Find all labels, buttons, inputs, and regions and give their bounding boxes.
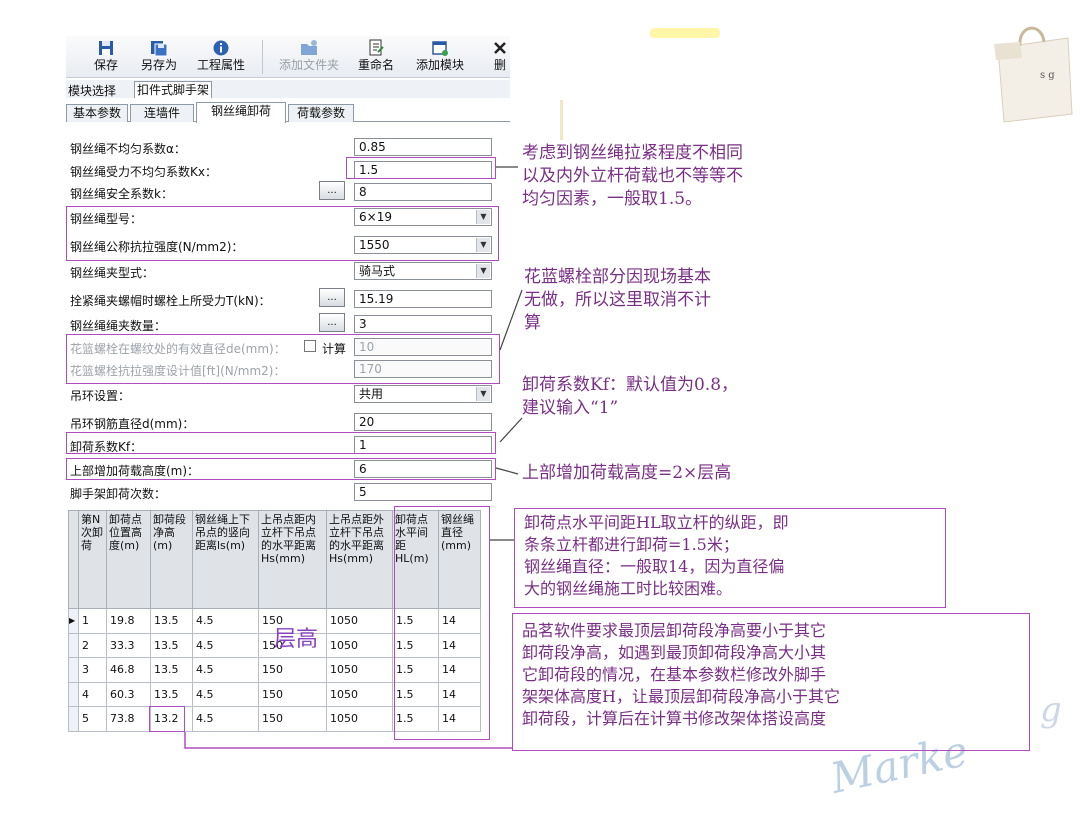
- note-top-line: 卸荷段，计算后在计算书修改架体搭设高度: [522, 709, 827, 728]
- note-top-line: 架架体高度H，让最顶层卸荷段净高小于其它: [522, 687, 840, 706]
- note-bolt-line: 无做，所以这里取消不计: [524, 290, 711, 310]
- note-kx-line: 考虑到钢丝绳拉紧程度不相同: [522, 143, 743, 163]
- note-kx-line: 以及内外立杆荷载也不等等不: [522, 166, 743, 186]
- note-bolt: 花蓝螺栓部分因现场基本 无做，所以这里取消不计 算: [524, 266, 711, 335]
- note-top-line: 它卸荷段的情况，在基本参数栏修改外脚手: [522, 665, 827, 684]
- note-hl-line: 条条立杆都进行卸荷=1.5米；: [524, 535, 739, 554]
- note-top-line: 卸荷段净高，如遇到最顶卸荷段净高大小其: [522, 643, 827, 662]
- note-bolt-line: 算: [524, 313, 541, 333]
- note-extra-height: 上部增加荷载高度=2×层高: [522, 463, 732, 483]
- note-kx: 考虑到钢丝绳拉紧程度不相同 以及内外立杆荷载也不等等不 均匀因素，一般取1.5。: [522, 142, 743, 211]
- note-kx-line: 均匀因素，一般取1.5。: [522, 189, 703, 209]
- note-bolt-line: 花蓝螺栓部分因现场基本: [524, 267, 711, 287]
- note-kf-line: 卸荷系数Kf：默认值为0.8，: [522, 375, 739, 395]
- note-top-line: 品茗软件要求最顶层卸荷段净高要小于其它: [522, 621, 827, 640]
- note-kf: 卸荷系数Kf：默认值为0.8， 建议输入“1”: [522, 374, 738, 420]
- note-top-segment: 品茗软件要求最顶层卸荷段净高要小于其它 卸荷段净高，如遇到最顶卸荷段净高大小其 …: [522, 620, 840, 730]
- note-hl-line: 卸荷点水平间距HL取立杆的纵距，即: [524, 513, 789, 532]
- note-hl: 卸荷点水平间距HL取立杆的纵距，即 条条立杆都进行卸荷=1.5米； 钢丝绳直径：…: [524, 512, 789, 600]
- note-hl-line: 钢丝绳直径：一般取14，因为直径偏: [524, 557, 785, 576]
- note-hl-line: 大的钢丝绳施工时比较困难。: [524, 579, 733, 598]
- note-kf-line: 建议输入“1”: [522, 398, 619, 418]
